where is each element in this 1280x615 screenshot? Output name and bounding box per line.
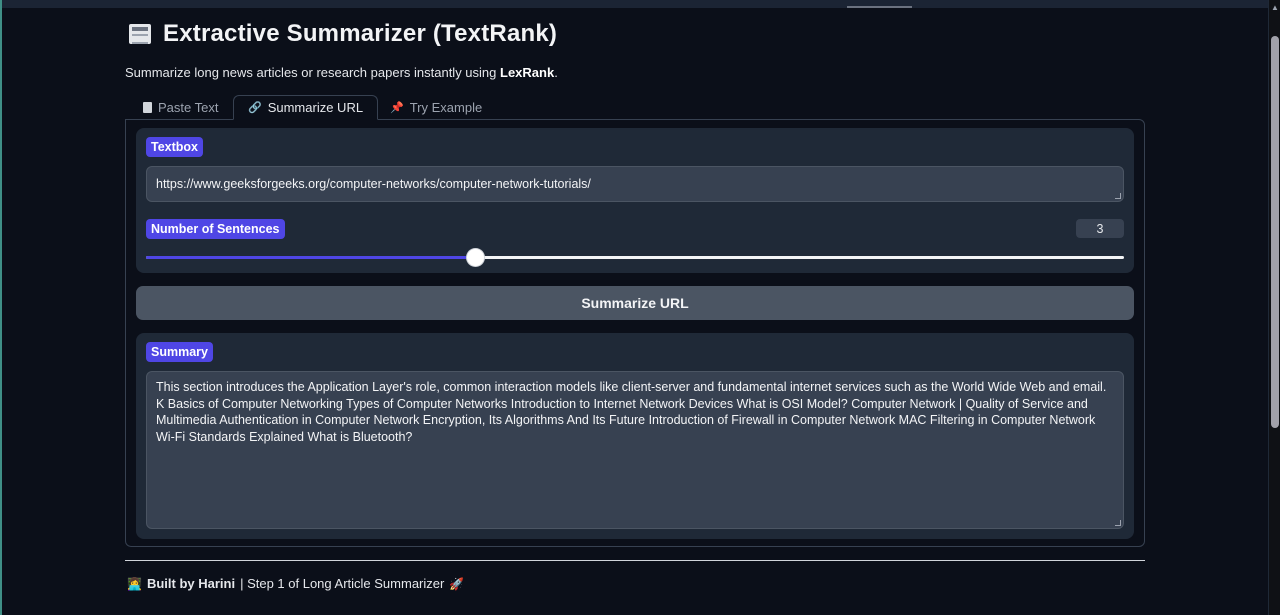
summarize-url-button[interactable]: Summarize URL [136, 286, 1134, 320]
footer: 👩‍💻 Built by Harini | Step 1 of Long Art… [127, 576, 464, 591]
tab-try-example[interactable]: 📌 Try Example [376, 95, 496, 120]
url-input-value: https://www.geeksforgeeks.org/computer-n… [156, 177, 591, 191]
tab-label: Summarize URL [267, 100, 364, 115]
footer-author: Built by Harini [146, 576, 236, 591]
sentences-label: Number of Sentences [146, 219, 285, 239]
page-subtitle: Summarize long news articles or research… [125, 65, 1145, 80]
tab-panel: Textbox https://www.geeksforgeeks.org/co… [125, 119, 1145, 547]
tab-label: Paste Text [158, 100, 219, 115]
subtitle-text: Summarize long news articles or research… [125, 65, 501, 80]
tab-paste-text[interactable]: Paste Text [129, 95, 232, 120]
newspaper-icon [129, 24, 151, 44]
window-top-bar [0, 0, 1280, 8]
sentences-number-input[interactable]: 3 [1076, 219, 1124, 238]
tab-label: Try Example [409, 100, 483, 115]
resize-grip-icon[interactable] [1115, 193, 1121, 199]
footer-text: | Step 1 of Long Article Summarizer [240, 576, 445, 591]
subtitle-bold: LexRank [500, 65, 555, 80]
input-block: Textbox https://www.geeksforgeeks.org/co… [136, 128, 1134, 273]
output-block: Summary This section introduces the Appl… [136, 333, 1134, 539]
document-icon [143, 102, 152, 113]
footer-divider [125, 560, 1145, 561]
textbox-label: Textbox [146, 137, 203, 157]
url-input[interactable]: https://www.geeksforgeeks.org/computer-n… [146, 166, 1124, 202]
link-icon: 🔗 [248, 102, 262, 114]
subtitle-suffix: . [554, 65, 558, 80]
summary-label: Summary [146, 342, 213, 362]
slider-fill [146, 256, 475, 259]
pushpin-icon: 📌 [390, 102, 404, 114]
summary-text: This section introduces the Application … [156, 380, 1107, 444]
rocket-icon: 🚀 [449, 576, 465, 591]
sentences-slider[interactable] [146, 249, 1124, 266]
technologist-icon: 👩‍💻 [127, 576, 142, 591]
top-tab-indicator [847, 6, 912, 8]
summary-output[interactable]: This section introduces the Application … [146, 371, 1124, 529]
slider-thumb[interactable] [466, 249, 484, 266]
window-left-edge [0, 0, 2, 615]
page-title: Extractive Summarizer (TextRank) [163, 20, 558, 47]
tab-bar: Paste Text 🔗 Summarize URL 📌 Try Example [125, 95, 1145, 120]
vertical-scrollbar[interactable]: ▲ [1268, 0, 1280, 615]
scrollbar-thumb[interactable] [1271, 36, 1279, 428]
title-row: Extractive Summarizer (TextRank) [125, 14, 1145, 54]
resize-grip-icon[interactable] [1115, 520, 1121, 526]
tab-summarize-url[interactable]: 🔗 Summarize URL [233, 95, 379, 120]
app-container: Extractive Summarizer (TextRank) Summari… [125, 14, 1145, 591]
scroll-up-arrow-icon[interactable]: ▲ [1271, 4, 1279, 12]
